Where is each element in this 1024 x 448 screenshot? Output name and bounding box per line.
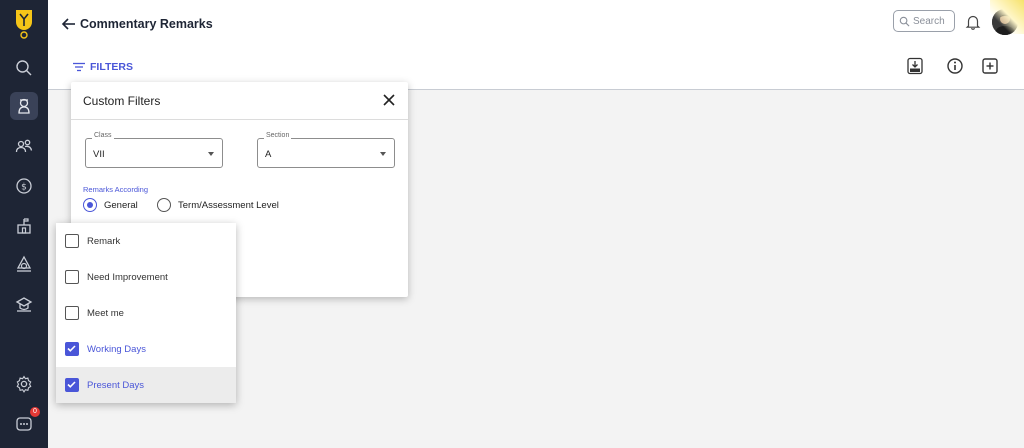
chevron-down-icon [208,152,214,156]
dialog-header: Custom Filters [71,82,408,120]
radio-general-label: General [104,199,138,211]
option-label: Working Days [87,343,146,355]
checkbox-icon[interactable] [65,306,79,320]
bell-icon[interactable] [965,14,981,30]
checkbox-icon[interactable] [65,270,79,284]
close-icon[interactable] [382,93,396,107]
class-value: VII [93,149,105,160]
radio-term-assessment[interactable]: Term/Assessment Level [157,198,279,212]
back-arrow-icon[interactable] [60,15,78,33]
radio-selected-icon [83,198,97,212]
remarks-according-label: Remarks According [83,185,149,194]
filters-label: FILTERS [90,61,133,73]
chat-badge: 0 [30,407,40,417]
class-select[interactable]: Class VII [85,132,223,168]
dollar-icon[interactable]: $ [10,172,38,200]
sidebar: $ 0 [0,0,48,448]
section-select[interactable]: Section A [257,132,395,168]
search-placeholder: Search [913,15,945,27]
settings-icon[interactable] [10,370,38,398]
option-label: Remark [87,235,121,247]
option-need-improvement[interactable]: Need Improvement [56,259,236,295]
filter-icon [73,62,85,72]
section-value: A [265,149,272,160]
radio-term-label: Term/Assessment Level [178,199,279,211]
corner-decoration [990,0,1024,34]
checkbox-checked-icon[interactable] [65,378,79,392]
chevron-down-icon [380,152,386,156]
option-meet-me[interactable]: Meet me [56,295,236,331]
search-input[interactable]: Search [893,10,955,32]
option-label: Need Improvement [87,271,168,283]
add-icon[interactable] [981,57,999,75]
checkbox-icon[interactable] [65,234,79,248]
award-icon[interactable] [10,250,38,278]
graduation-icon[interactable] [10,290,38,318]
dialog-title: Custom Filters [83,94,161,108]
chat-icon[interactable]: 0 [10,407,40,438]
radio-general[interactable]: General [83,198,138,212]
checkbox-checked-icon[interactable] [65,342,79,356]
option-remark[interactable]: Remark [56,223,236,259]
student-icon[interactable] [10,92,38,120]
radio-unselected-icon [157,198,171,212]
info-icon[interactable] [946,57,964,75]
page-title: Commentary Remarks [80,17,213,31]
option-label: Present Days [87,379,145,391]
search-icon[interactable] [10,54,38,82]
top-bar: Commentary Remarks Search [48,0,1024,50]
option-working-days[interactable]: Working Days [56,331,236,367]
class-label: Class [92,132,114,139]
excel-download-icon[interactable] [906,57,924,75]
search-icon [899,16,910,26]
svg-text:$: $ [21,183,27,193]
filters-button[interactable]: FILTERS [72,60,133,74]
option-present-days[interactable]: Present Days [56,367,236,403]
section-label: Section [264,132,292,139]
remarks-options-dropdown: Remark Need Improvement Meet me Working … [56,223,236,403]
option-label: Meet me [87,307,124,319]
app-logo-icon[interactable] [12,8,36,40]
school-icon[interactable] [10,212,38,240]
users-icon[interactable] [10,132,38,160]
